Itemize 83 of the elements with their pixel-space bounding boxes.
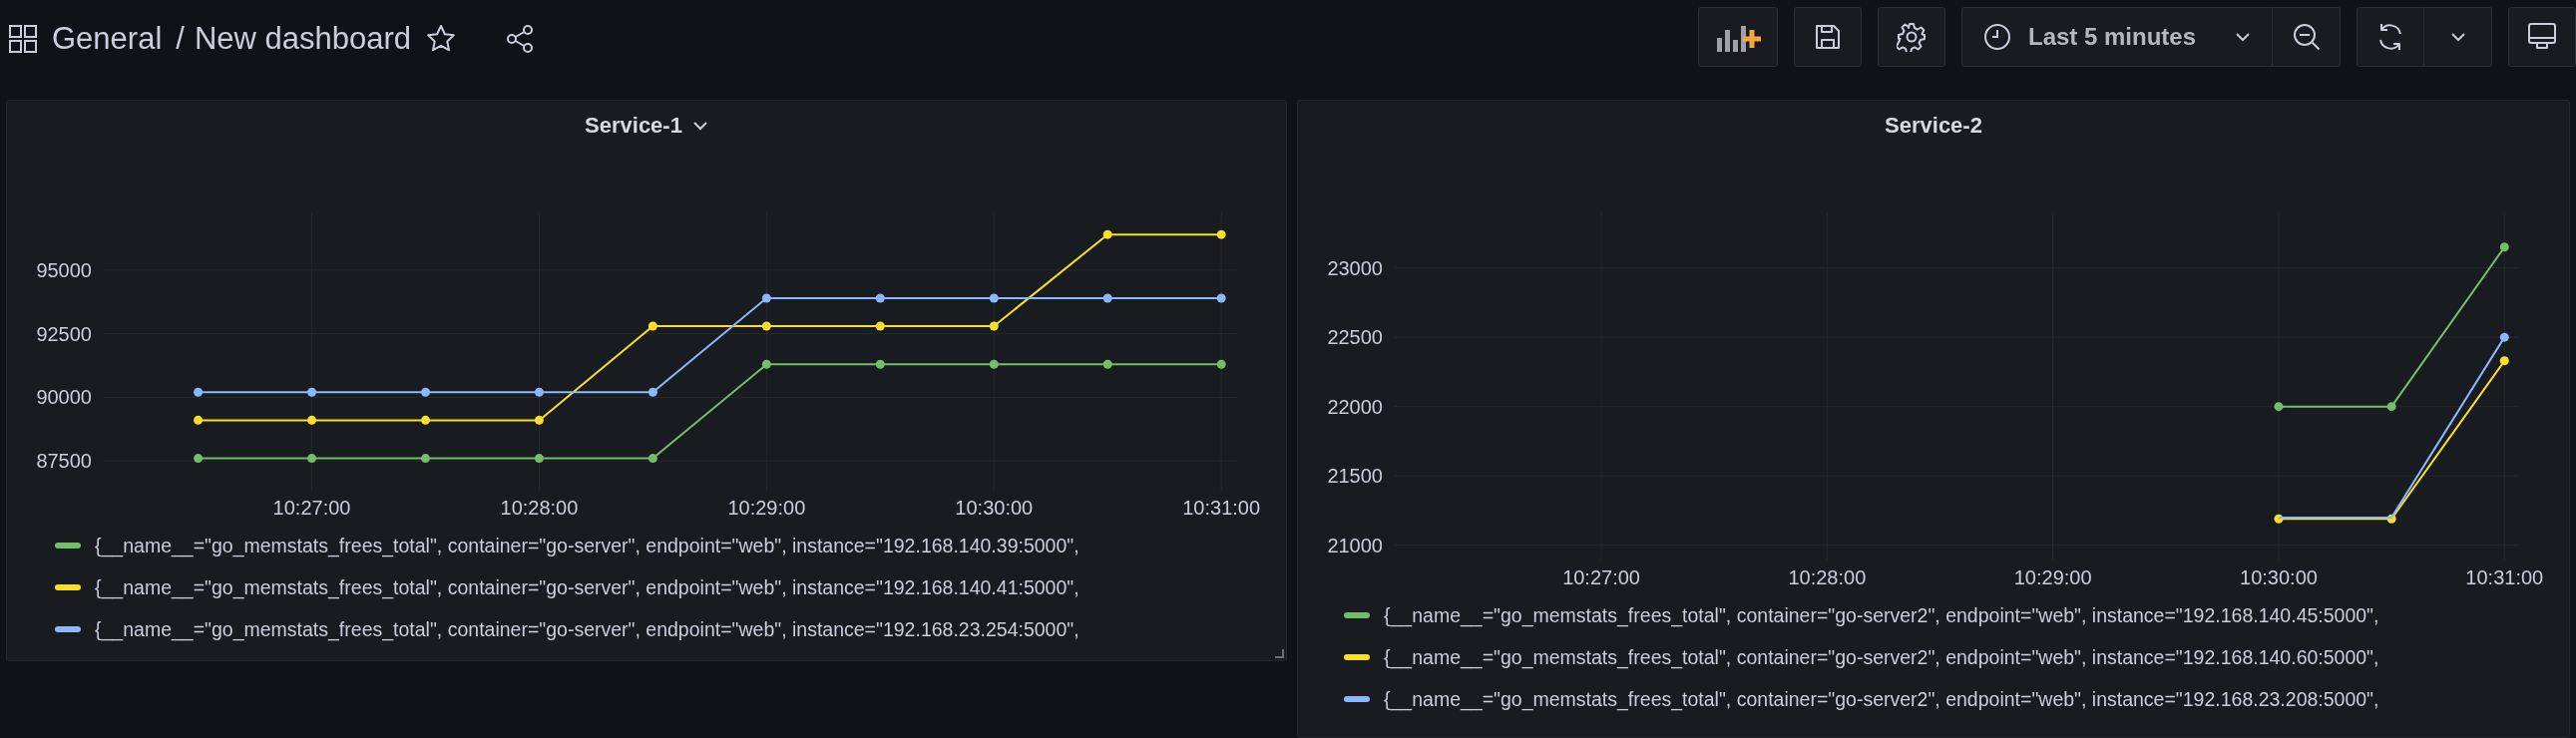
legend-label[interactable]: {__name__="go_memstats_frees_total", container="go-server2", endpoint="web", instance="192.168.23.208:5000", <box>1384 687 2379 711</box>
x-axis-label: 10:30:00 <box>2240 566 2318 588</box>
data-point <box>2386 514 2396 524</box>
data-point <box>1102 293 1112 303</box>
data-point <box>534 415 544 425</box>
x-axis-label: 10:31:00 <box>1182 497 1261 519</box>
zoom-out-button[interactable] <box>2273 7 2341 67</box>
x-axis-label: 10:27:00 <box>272 497 351 519</box>
data-point <box>1216 229 1226 239</box>
refresh-button[interactable] <box>2357 7 2424 67</box>
x-axis-label: 10:31:00 <box>2465 566 2544 588</box>
legend-label[interactable]: {__name__="go_memstats_frees_total", container="go-server2", endpoint="web", instance="192.168.140.60:5000", <box>1384 645 2379 669</box>
data-point <box>1102 359 1112 369</box>
data-point <box>647 454 657 464</box>
data-point <box>761 293 771 303</box>
y-axis-label: 95000 <box>36 258 92 281</box>
y-axis-label: 23000 <box>1327 256 1383 279</box>
data-point <box>307 454 317 464</box>
time-range-picker[interactable]: Last 5 minutes <box>1961 7 2273 67</box>
y-axis-label: 92500 <box>36 322 92 345</box>
data-point <box>307 387 317 397</box>
dashboard-title[interactable]: New dashboard <box>194 21 412 57</box>
data-point <box>1102 229 1112 239</box>
data-point <box>421 387 430 397</box>
data-point <box>761 359 771 369</box>
panel-title[interactable]: Service-2 <box>1885 113 1982 139</box>
data-point <box>421 454 430 464</box>
chevron-down-icon[interactable] <box>691 121 708 131</box>
data-point <box>2499 332 2509 342</box>
resize-handle-icon[interactable] <box>1274 648 1284 658</box>
data-point <box>989 359 999 369</box>
data-point <box>989 293 999 303</box>
x-axis-label: 10:29:00 <box>2013 566 2092 588</box>
data-point <box>194 454 204 464</box>
data-point <box>2386 402 2396 412</box>
clock-icon <box>1982 22 2012 52</box>
data-point <box>2499 356 2509 366</box>
save-icon <box>1813 22 1843 52</box>
data-point <box>875 293 885 303</box>
y-axis-label: 21500 <box>1327 465 1383 488</box>
y-axis-label: 22500 <box>1327 326 1383 349</box>
folder-link[interactable]: General <box>52 21 163 57</box>
data-point <box>761 321 771 331</box>
legend-label[interactable]: {__name__="go_memstats_frees_total", container="go-server", endpoint="web", instance="192.168.23.254:5000", <box>95 617 1079 641</box>
data-point <box>534 454 544 464</box>
x-axis-label: 10:28:00 <box>1788 566 1867 588</box>
data-point <box>194 415 204 425</box>
data-point <box>1216 359 1226 369</box>
data-point <box>875 359 885 369</box>
share-icon[interactable] <box>505 24 536 54</box>
y-axis-label: 87500 <box>36 450 92 473</box>
data-point <box>989 321 999 331</box>
x-axis-label: 10:28:00 <box>500 497 579 519</box>
data-point <box>534 387 544 397</box>
chevron-down-icon <box>2448 31 2467 43</box>
panel-title[interactable]: Service-1 <box>585 113 682 139</box>
x-axis-label: 10:27:00 <box>1562 566 1640 588</box>
data-point <box>194 387 204 397</box>
data-point <box>875 321 885 331</box>
tv-mode-button[interactable] <box>2508 7 2576 67</box>
settings-icon <box>1897 22 1927 52</box>
data-point <box>421 415 430 425</box>
y-axis-label: 21000 <box>1327 534 1383 556</box>
x-axis-label: 10:29:00 <box>727 497 806 519</box>
breadcrumb-separator: / <box>176 21 185 57</box>
x-axis-label: 10:30:00 <box>955 497 1034 519</box>
data-point <box>2274 402 2284 412</box>
data-point <box>647 321 657 331</box>
data-point <box>2274 514 2284 524</box>
settings-button[interactable] <box>1878 7 1945 67</box>
legend-label[interactable]: {__name__="go_memstats_frees_total", container="go-server", endpoint="web", instance="192.168.140.41:5000", <box>95 575 1079 599</box>
save-button[interactable] <box>1794 7 1862 67</box>
dashboard-grid-icon <box>8 24 38 54</box>
y-axis-label: 22000 <box>1327 395 1383 418</box>
data-point <box>1216 293 1226 303</box>
data-point <box>2499 242 2509 252</box>
data-point <box>647 387 657 397</box>
y-axis-label: 90000 <box>36 386 92 409</box>
legend-label[interactable]: {__name__="go_memstats_frees_total", container="go-server2", endpoint="web", instance="192.168.140.45:5000", <box>1384 603 2379 627</box>
data-point <box>307 415 317 425</box>
chevron-down-icon <box>2234 31 2252 43</box>
legend-label[interactable]: {__name__="go_memstats_frees_total", container="go-server", endpoint="web", instance="192.168.140.39:5000", <box>95 534 1079 557</box>
add-panel-button[interactable] <box>1698 7 1778 67</box>
